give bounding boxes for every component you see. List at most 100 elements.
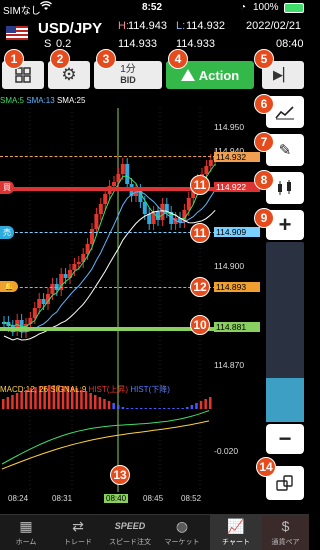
candlestick-icon [278,180,291,195]
candle-body [63,274,68,278]
macd-label: MACD:12, 26 [0,385,49,394]
price-tick: 114.900 [214,261,245,271]
price-tag-sell: 114.909 [214,227,260,237]
macd-bar [6,397,10,409]
macd-bar [195,403,198,409]
sma25-line [3,209,216,341]
zoom-out-button[interactable]: − [266,424,304,454]
alarm-icon: ◔ [240,2,247,13]
currency-pair[interactable]: USD/JPY [38,20,102,37]
bell-icon[interactable]: 🔔 [0,281,18,292]
candle-body [103,194,108,204]
rotate-device-icon [276,475,293,491]
ask-value: 114.933 [176,38,215,50]
zoom-track[interactable] [266,242,304,422]
macd-bar [144,408,148,409]
callout-badge: 6 [254,94,274,114]
battery-percent: 100% [253,2,279,13]
app-root: SIMなし 8:52 ◔ 100% USD/JPY H: 114.943 L: … [0,0,309,550]
candle-body [32,308,37,318]
macd-bar [126,408,129,409]
current-price-line [0,156,216,157]
candle-body [98,204,103,214]
callout-badge: 10 [190,315,210,335]
macd-bar [2,399,5,409]
nav-label: スピード注文 [109,539,151,546]
nav-speed-order[interactable]: SPEED スピード注文 [104,515,156,550]
callout-badge: 2 [50,49,70,69]
sma5-label: SMA:5 [0,96,25,105]
macd-bar [190,405,194,409]
callout-badge: 9 [254,208,274,228]
macd-signal-label: SIGNAL:9 [50,385,87,394]
candle-body [72,264,77,270]
candle-body [186,198,191,210]
callout-badge: 11 [190,223,210,243]
macd-bar [167,408,171,409]
low-label: L: [176,20,186,32]
time-tick: 08:45 [143,494,164,503]
market-icon: ◍ [175,517,189,534]
macd-bar [112,403,115,409]
bottom-nav: ▦ ホーム ⇄ トレード SPEED スピード注文 ◍ マーケット 📈 チャート… [0,514,309,550]
macd-bar [94,395,97,409]
time-tick-selected: 08:40 [104,494,129,503]
price-tag-alert: 114.893 [214,282,260,292]
nav-trade[interactable]: ⇄ トレード [52,515,104,550]
status-bar: SIMなし 8:52 ◔ 100% [0,0,309,17]
time-tick: 08:24 [8,494,29,503]
price-tag-buy: 114.922 [214,182,260,192]
nav-currency-pair[interactable]: $ 通貨ペア [262,515,309,550]
nav-label: マーケット [164,539,200,546]
candle-body [76,262,81,264]
macd-legend: MACD:12, 26 SIGNAL:9 HIST(上昇) HIST(下降) [0,384,170,395]
candle-body [125,164,130,184]
candle-body [204,166,209,174]
sell-marker[interactable]: 売 [0,226,14,239]
macd-bar [199,401,203,409]
buy-marker[interactable]: 買 [0,181,14,194]
wifi-icon [40,1,52,14]
us-flag-icon [6,26,28,40]
macd-down-label: HIST(下降) [130,385,170,394]
callout-badge: 12 [190,277,210,297]
macd-bar [186,407,189,409]
macd-bar [176,408,180,409]
chart-area[interactable]: SMA:5 SMA:13 SMA:25 114.950 114.940 114.… [0,94,260,512]
grid-icon [15,67,31,83]
macd-bar [103,399,106,409]
nav-label: チャート [222,539,250,546]
macd-bar [89,393,92,409]
plus-icon: + [278,212,292,237]
header-date: 2022/02/21 [246,20,302,32]
zoom-level-fill[interactable] [266,378,304,422]
callout-badge: 8 [254,170,274,190]
speed-icon: SPEED [114,521,146,531]
macd-up-label: HIST(上昇) [88,385,129,394]
low-value: 114.932 [186,20,225,32]
right-tool-panel: ✎ + − [262,94,309,514]
timeframe-top: 1分 [120,64,136,75]
price-tag-line: 114.881 [214,322,260,332]
high-value: 114.943 [128,20,167,32]
nav-home[interactable]: ▦ ホーム [0,515,52,550]
header-clock: 08:40 [276,38,304,50]
candle-body [112,182,116,186]
candle-body [37,299,42,308]
nav-label: ホーム [15,539,37,546]
nav-market[interactable]: ◍ マーケット [156,515,208,550]
chart-icon: 📈 [227,517,245,534]
spread-prefix: S [44,38,52,50]
indicator-icon [275,106,294,120]
macd-bar [130,408,134,409]
macd-bar [209,397,212,409]
macd-bar [15,393,19,409]
nav-chart[interactable]: 📈 チャート [210,515,262,550]
drawn-line[interactable] [0,327,216,331]
macd-bar [11,395,14,409]
warning-icon [180,69,195,81]
macd-bar [140,408,143,409]
macd-bar [158,408,161,409]
price-tick: 114.950 [214,122,245,132]
callout-badge: 11 [190,175,210,195]
